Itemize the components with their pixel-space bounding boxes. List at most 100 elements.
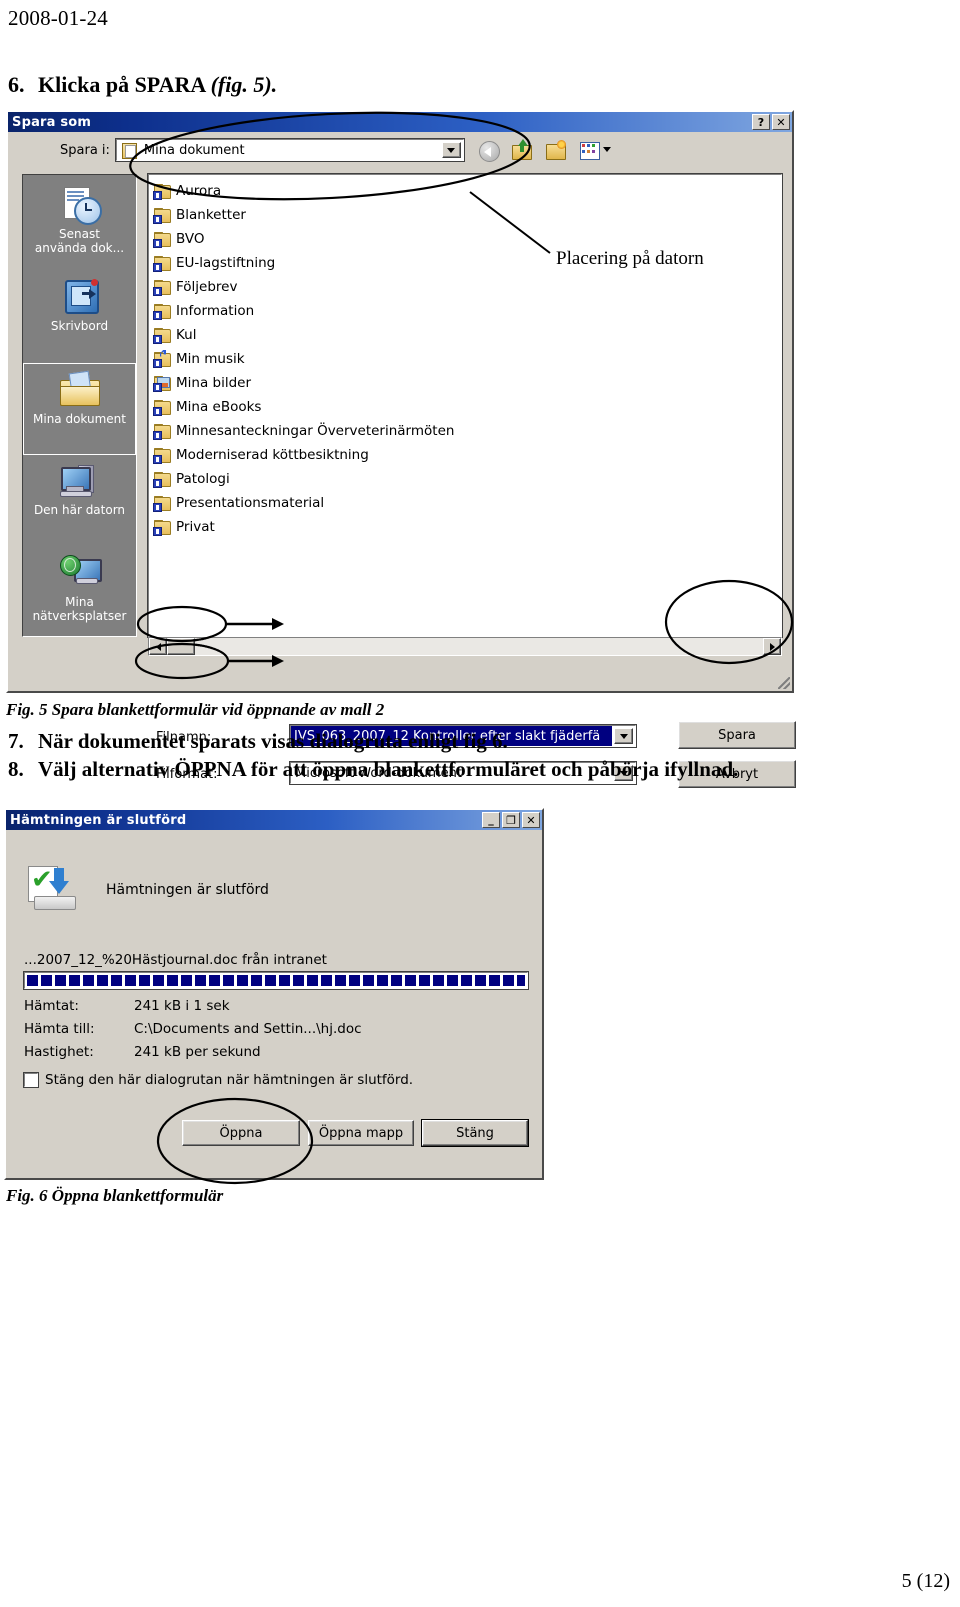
- save-as-titlebar: Spara som ? ✕: [8, 112, 792, 132]
- step-7: 7. När dokumentet sparats visas dialogrut…: [8, 729, 508, 754]
- place-my-network-places[interactable]: Mina nätverksplatser: [23, 547, 136, 639]
- folder-icon: [153, 207, 171, 224]
- list-item[interactable]: Mina bilder: [153, 371, 781, 395]
- resize-grip[interactable]: [778, 677, 790, 689]
- checkbox-box[interactable]: [23, 1072, 39, 1088]
- list-item[interactable]: Aurora: [153, 179, 781, 203]
- list-item[interactable]: Blanketter: [153, 203, 781, 227]
- music-folder-icon: [153, 349, 171, 368]
- page-number: 5 (12): [901, 1570, 950, 1592]
- list-item[interactable]: Patologi: [153, 467, 781, 491]
- place-label: Mina dokument: [33, 412, 126, 426]
- figure-5-caption: Fig. 5 Spara blankettformulär vid öppnan…: [6, 700, 385, 719]
- views-icon[interactable]: [579, 139, 614, 161]
- place-desktop[interactable]: Skrivbord: [23, 271, 136, 363]
- list-item[interactable]: Minnesanteckningar Överveterinärmöten: [153, 419, 781, 443]
- folder-icon: [153, 519, 171, 536]
- download-complete-dialog: Hämtningen är slutförd _ ❐ ✕ ✔ Hämtninge…: [4, 808, 544, 1180]
- folder-name: BVO: [176, 231, 205, 247]
- row-value: 241 kB i 1 sek: [134, 998, 230, 1014]
- my-documents-icon: [58, 370, 102, 410]
- horizontal-scrollbar[interactable]: [148, 637, 782, 656]
- list-item[interactable]: Information: [153, 299, 781, 323]
- folder-name: Patologi: [176, 471, 230, 487]
- folder-icon: [153, 231, 171, 248]
- new-folder-icon[interactable]: [545, 139, 570, 161]
- open-folder-button[interactable]: Öppna mapp: [308, 1120, 414, 1146]
- step-6-fig-ref: (fig. 5).: [210, 72, 278, 97]
- list-item[interactable]: Presentationsmaterial: [153, 491, 781, 515]
- place-label: Skrivbord: [50, 319, 109, 333]
- close-button[interactable]: ✕: [772, 114, 790, 130]
- folder-name: EU-lagstiftning: [176, 255, 276, 271]
- save-button[interactable]: Spara: [678, 721, 796, 749]
- folder-icon: [153, 327, 171, 344]
- row-value: C:\Documents and Settin...\hj.doc: [134, 1021, 362, 1037]
- checkbox-label: Stäng den här dialogrutan när hämtningen…: [45, 1072, 414, 1088]
- save-in-label: Spara i:: [60, 142, 110, 158]
- save-in-value: Mina dokument: [143, 142, 245, 158]
- list-item[interactable]: Min musik: [153, 347, 781, 371]
- step-7-number: 7.: [8, 729, 24, 753]
- navigation-toolbar: [478, 139, 614, 162]
- help-button[interactable]: ?: [752, 114, 770, 130]
- folder-name: Information: [176, 303, 255, 319]
- download-titlebar: Hämtningen är slutförd _ ❐ ✕: [6, 810, 542, 830]
- list-item[interactable]: Privat: [153, 515, 781, 539]
- close-when-done-checkbox[interactable]: Stäng den här dialogrutan när hämtningen…: [23, 1072, 414, 1088]
- folder-icon: [153, 471, 171, 488]
- step-8-number: 8.: [8, 757, 24, 781]
- minimize-button[interactable]: _: [482, 812, 500, 828]
- folder-name: Kul: [176, 327, 197, 343]
- chevron-down-icon[interactable]: [441, 142, 461, 158]
- folder-list[interactable]: Aurora Blanketter BVO EU-lagstiftning Fö…: [147, 173, 783, 638]
- list-item[interactable]: Mina eBooks: [153, 395, 781, 419]
- figure-6-caption: Fig. 6 Öppna blankettformulär: [6, 1186, 224, 1205]
- save-as-dialog: Spara som ? ✕ Spara i: Mina dokument Sen…: [6, 110, 796, 788]
- step-6-heading: 6. Klicka på SPARA (fig. 5).: [8, 72, 277, 98]
- close-button[interactable]: ✕: [522, 812, 540, 828]
- place-my-computer[interactable]: Den här datorn: [23, 455, 136, 547]
- list-item[interactable]: Följebrev: [153, 275, 781, 299]
- download-heading: Hämtningen är slutförd: [106, 882, 269, 898]
- folder-name: Mina bilder: [176, 375, 252, 391]
- save-as-title: Spara som: [12, 114, 92, 130]
- folder-name: Moderniserad köttbesiktning: [176, 447, 369, 463]
- folder-name: Följebrev: [176, 279, 238, 295]
- place-recent-documents[interactable]: Senast använda dok...: [23, 179, 136, 271]
- row-label: Hämta till:: [24, 1021, 95, 1037]
- progress-bar: [23, 971, 529, 990]
- download-title: Hämtningen är slutförd: [10, 812, 187, 828]
- folder-name: Presentationsmaterial: [176, 495, 325, 511]
- list-item[interactable]: Kul: [153, 323, 781, 347]
- maximize-button[interactable]: ❐: [502, 812, 520, 828]
- list-item[interactable]: Moderniserad köttbesiktning: [153, 443, 781, 467]
- recent-documents-icon: [58, 185, 102, 225]
- step-7-text: När dokumentet sparats visas dialogruta …: [38, 729, 508, 753]
- open-button[interactable]: Öppna: [182, 1120, 300, 1146]
- download-complete-icon: ✔: [28, 866, 84, 916]
- save-in-combobox[interactable]: Mina dokument: [114, 138, 465, 162]
- scroll-left-button[interactable]: [149, 638, 167, 655]
- folder-name: Minnesanteckningar Överveterinärmöten: [176, 423, 455, 439]
- row-label: Hastighet:: [24, 1044, 94, 1060]
- place-label: Den här datorn: [33, 503, 126, 517]
- places-bar: Senast använda dok... Skrivbord Mina dok…: [22, 174, 137, 637]
- folder-icon: [153, 255, 171, 272]
- folder-name: Mina eBooks: [176, 399, 262, 415]
- step-6-number: 6.: [8, 72, 25, 97]
- close-dialog-button[interactable]: Stäng: [422, 1120, 528, 1146]
- scroll-right-button[interactable]: [763, 638, 781, 655]
- back-icon[interactable]: [478, 139, 502, 162]
- place-my-documents[interactable]: Mina dokument: [23, 363, 136, 455]
- step-6-text: Klicka på SPARA: [38, 72, 211, 97]
- up-one-level-icon[interactable]: [511, 139, 536, 161]
- download-file-line: ...2007_12_%20Hästjournal.doc från intra…: [24, 952, 327, 968]
- scrollbar-thumb[interactable]: [167, 638, 195, 655]
- step-8: 8. Välj alternativ ÖPPNA för att öppna bl…: [8, 757, 738, 782]
- folder-icon: [153, 447, 171, 464]
- folder-icon: [153, 183, 171, 200]
- annotation-label-placering: Placering på datorn: [556, 248, 704, 269]
- folder-icon: [153, 495, 171, 512]
- chevron-down-icon[interactable]: [614, 728, 633, 744]
